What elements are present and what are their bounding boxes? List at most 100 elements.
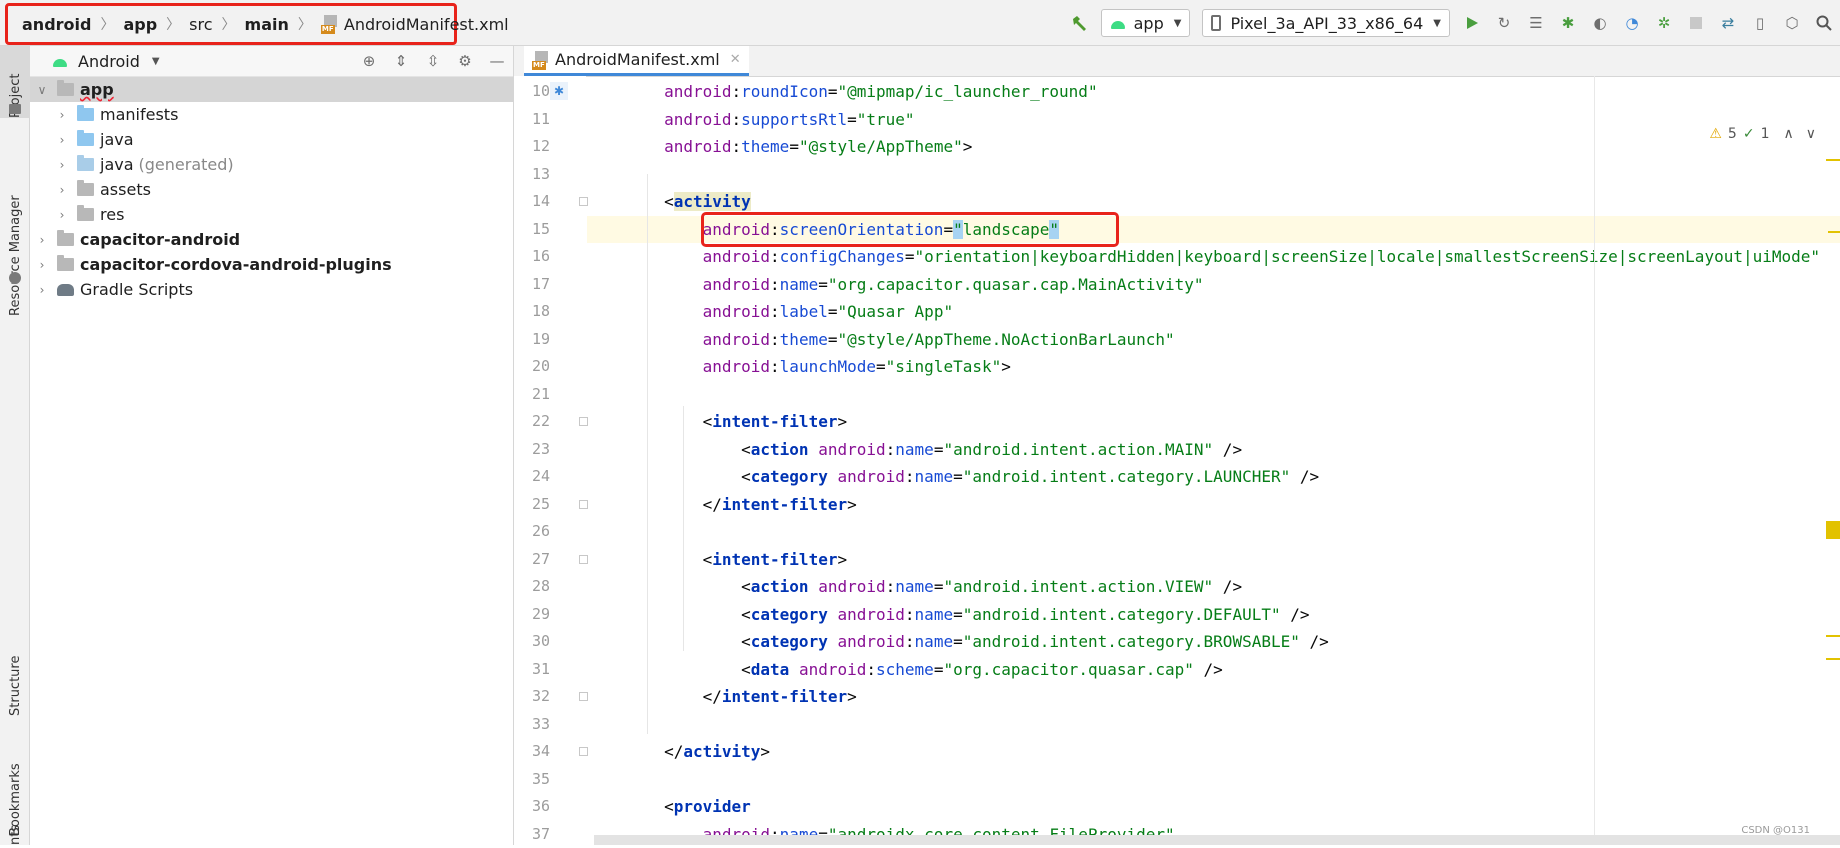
breadcrumb-item-src[interactable]: src bbox=[189, 15, 212, 34]
code-line[interactable]: android:roundIcon="@mipmap/ic_launcher_r… bbox=[587, 78, 1840, 105]
search-icon[interactable] bbox=[1813, 12, 1835, 34]
profile-icon[interactable]: ◐ bbox=[1589, 12, 1611, 34]
code-line[interactable] bbox=[587, 711, 1840, 738]
sync-gradle-icon[interactable]: ⇄ bbox=[1717, 12, 1739, 34]
run-configuration-select[interactable]: app ▼ bbox=[1100, 9, 1191, 37]
code-token: > bbox=[962, 137, 973, 156]
breadcrumb-item-android[interactable]: android bbox=[22, 15, 91, 34]
chevron-down-icon[interactable]: ∨ bbox=[1806, 126, 1816, 142]
chevron-down-icon[interactable]: ∨ bbox=[35, 83, 49, 97]
code-token: < bbox=[741, 577, 751, 596]
code-token: "@style/AppTheme.NoActionBarLaunch" bbox=[837, 329, 1175, 349]
tree-item-capacitor-android[interactable]: › capacitor-android bbox=[30, 227, 514, 252]
tool-tab-structure[interactable]: Structure bbox=[0, 606, 30, 716]
chevron-right-icon[interactable]: › bbox=[35, 283, 49, 297]
apply-changes-restart-icon[interactable]: ↻ bbox=[1493, 12, 1515, 34]
attach-debugger-icon[interactable]: ✲ bbox=[1653, 12, 1675, 34]
gutter-hint-icon[interactable]: ✱ bbox=[550, 82, 568, 100]
code-token: < bbox=[741, 632, 751, 651]
breadcrumb-item-file[interactable]: MF AndroidManifest.xml bbox=[320, 15, 509, 34]
debug-icon[interactable]: ✱ bbox=[1557, 12, 1579, 34]
code-line[interactable]: android:configChanges="orientation|keybo… bbox=[587, 243, 1840, 270]
horizontal-scrollbar[interactable] bbox=[594, 835, 1840, 845]
chevron-right-icon[interactable]: › bbox=[35, 233, 49, 247]
apply-code-changes-icon[interactable]: ☰ bbox=[1525, 12, 1547, 34]
code-line[interactable]: android:name="org.capacitor.quasar.cap.M… bbox=[587, 271, 1840, 298]
editor-tab-bar: MF AndroidManifest.xml ✕ bbox=[514, 46, 1840, 77]
chevron-up-icon[interactable]: ∧ bbox=[1784, 126, 1794, 142]
gear-icon[interactable]: ⚙ bbox=[455, 51, 475, 71]
code-line[interactable]: android:theme="@style/AppTheme.NoActionB… bbox=[587, 326, 1840, 353]
code-token: "Quasar App" bbox=[837, 302, 954, 321]
stop-icon[interactable] bbox=[1685, 12, 1707, 34]
code-line[interactable]: </intent-filter> bbox=[587, 683, 1840, 710]
code-line[interactable] bbox=[587, 766, 1840, 793]
code-token: scheme bbox=[876, 659, 934, 679]
code-line[interactable]: <data android:scheme="org.capacitor.quas… bbox=[587, 656, 1840, 683]
code-line[interactable]: android:supportsRtl="true" bbox=[587, 106, 1840, 133]
tree-item-java[interactable]: › java bbox=[30, 127, 514, 152]
tree-item-java-generated[interactable]: › java (generated) bbox=[30, 152, 514, 177]
code-line[interactable]: <provider bbox=[587, 793, 1840, 820]
project-view-select[interactable]: Android bbox=[78, 52, 140, 71]
chevron-right-icon[interactable]: › bbox=[35, 258, 49, 272]
code-line[interactable] bbox=[587, 161, 1840, 188]
code-line[interactable]: <activity bbox=[587, 188, 1840, 215]
chevron-right-icon[interactable]: › bbox=[55, 133, 69, 147]
code-line[interactable] bbox=[587, 518, 1840, 545]
tool-window-strip: Project Resource Manager Structure Bookm… bbox=[0, 46, 30, 845]
device-select[interactable]: Pixel_3a_API_33_x86_64 ▼ bbox=[1202, 9, 1450, 37]
hide-panel-icon[interactable]: — bbox=[487, 51, 507, 71]
code-token: android bbox=[702, 247, 771, 266]
chevron-right-icon[interactable]: › bbox=[55, 208, 69, 222]
code-line[interactable]: <intent-filter> bbox=[587, 546, 1840, 573]
code-token: : bbox=[770, 247, 780, 266]
project-tool-window: Android ▼ ⊕ ⇕ ⇳ ⚙ — ∨ app › manifests › … bbox=[30, 46, 514, 845]
code-line[interactable]: <action android:name="android.intent.act… bbox=[587, 573, 1840, 600]
chevron-right-icon[interactable]: › bbox=[55, 158, 69, 172]
code-token: android bbox=[837, 467, 905, 486]
code-area[interactable]: android:roundIcon="@mipmap/ic_launcher_r… bbox=[587, 76, 1840, 845]
tree-item-assets[interactable]: › assets bbox=[30, 177, 514, 202]
close-icon[interactable]: ✕ bbox=[730, 52, 741, 67]
folder-icon bbox=[77, 130, 94, 146]
expand-all-icon[interactable]: ⇕ bbox=[391, 51, 411, 71]
run-icon[interactable] bbox=[1461, 12, 1483, 34]
code-token: </ bbox=[702, 687, 722, 706]
profiler-gauge-icon[interactable]: ◔ bbox=[1621, 12, 1643, 34]
indent-guide bbox=[647, 174, 648, 734]
breadcrumb-item-main[interactable]: main bbox=[245, 15, 289, 34]
code-line[interactable]: <category android:name="android.intent.c… bbox=[587, 628, 1840, 655]
tool-tab-more[interactable]: nts bbox=[0, 816, 30, 845]
code-line[interactable]: android:launchMode="singleTask"> bbox=[587, 353, 1840, 380]
locate-file-icon[interactable]: ⊕ bbox=[359, 51, 379, 71]
tree-item-gradle-scripts[interactable]: › Gradle Scripts bbox=[30, 277, 514, 302]
indent-guide bbox=[683, 526, 684, 651]
code-token: < bbox=[741, 467, 751, 486]
device-manager-icon[interactable]: ▯ bbox=[1749, 12, 1771, 34]
code-line[interactable]: <intent-filter> bbox=[587, 408, 1840, 435]
tree-item-app[interactable]: ∨ app bbox=[30, 77, 514, 102]
code-line[interactable]: <category android:name="android.intent.c… bbox=[587, 463, 1840, 490]
chevron-right-icon[interactable]: › bbox=[55, 183, 69, 197]
code-line[interactable]: </intent-filter> bbox=[587, 491, 1840, 518]
code-line[interactable]: <action android:name="android.intent.act… bbox=[587, 436, 1840, 463]
editor-tab-androidmanifest[interactable]: MF AndroidManifest.xml ✕ bbox=[524, 46, 749, 76]
tree-item-capacitor-cordova-android-plugins[interactable]: › capacitor-cordova-android-plugins bbox=[30, 252, 514, 277]
breadcrumb-item-app[interactable]: app bbox=[123, 15, 157, 34]
build-hammer-icon[interactable] bbox=[1068, 12, 1090, 34]
inspection-widget[interactable]: ⚠ 5 ✓ 1 ∧ ∨ bbox=[1709, 126, 1816, 142]
tree-item-res[interactable]: › res bbox=[30, 202, 514, 227]
tree-item-manifests[interactable]: › manifests bbox=[30, 102, 514, 127]
tool-tab-resource-manager[interactable]: Resource Manager bbox=[0, 176, 30, 316]
code-line[interactable] bbox=[587, 381, 1840, 408]
code-line[interactable]: </activity> bbox=[587, 738, 1840, 765]
code-line[interactable]: android:theme="@style/AppTheme"> bbox=[587, 133, 1840, 160]
code-line[interactable]: <category android:name="android.intent.c… bbox=[587, 601, 1840, 628]
sdk-manager-icon[interactable]: ⬡ bbox=[1781, 12, 1803, 34]
chevron-right-icon[interactable]: › bbox=[55, 108, 69, 122]
code-line[interactable]: android:label="Quasar App" bbox=[587, 298, 1840, 325]
chevron-down-icon[interactable]: ▼ bbox=[152, 56, 160, 67]
collapse-all-icon[interactable]: ⇳ bbox=[423, 51, 443, 71]
